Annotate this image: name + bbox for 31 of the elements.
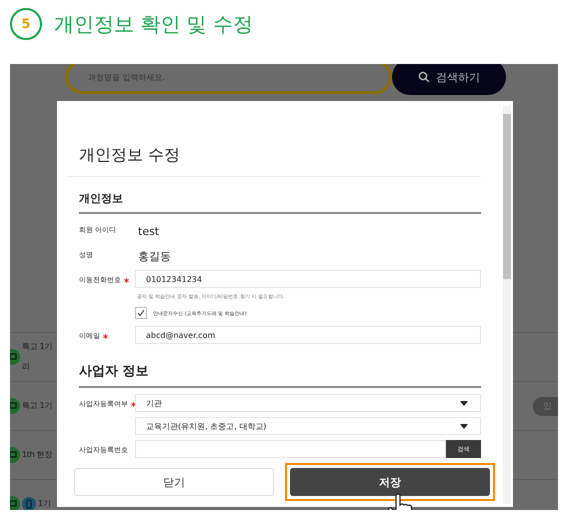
modal-title: 개인정보 수정 — [67, 139, 481, 177]
section-heading: 사업자 정보 — [79, 362, 481, 388]
course-title: 1기 — [38, 498, 50, 510]
dropdown[interactable]: 기관 — [135, 394, 481, 412]
checkbox[interactable] — [135, 307, 147, 319]
step-number: 5 — [10, 8, 42, 40]
search-button[interactable]: 검색하기 — [392, 64, 506, 95]
search-field[interactable]: 과정명을 입력하세요. — [65, 64, 392, 94]
field-value: test — [137, 225, 160, 238]
step-title: 개인정보 확인 및 수정 — [54, 10, 254, 38]
input-field[interactable] — [135, 440, 446, 458]
course-title: 1th 현장 — [22, 449, 52, 461]
monitor-icon — [10, 349, 20, 365]
search-icon — [418, 71, 430, 83]
course-title: 특고 1기 — [22, 341, 52, 353]
field-value: 홍길동 — [137, 250, 171, 263]
scrollbar[interactable] — [503, 106, 511, 504]
phone-icon — [22, 497, 36, 510]
input-field[interactable]: abcd@naver.com — [135, 326, 481, 344]
save-button[interactable]: 저장 — [290, 468, 490, 496]
caret-icon — [460, 400, 468, 406]
dropdown[interactable]: 교육기관(유치원, 초중고, 대학교) — [135, 417, 481, 435]
monitor-icon — [10, 447, 20, 463]
close-button[interactable]: 닫기 — [74, 468, 274, 496]
input-field[interactable]: 01012341234 — [135, 270, 481, 288]
course-title: 리 — [22, 361, 31, 373]
monitor-icon — [10, 398, 20, 414]
monitor-icon — [10, 496, 20, 510]
section-heading: 개인정보 — [79, 191, 481, 214]
caret-icon — [460, 424, 468, 428]
course-title: 특고 1기 — [22, 400, 52, 412]
